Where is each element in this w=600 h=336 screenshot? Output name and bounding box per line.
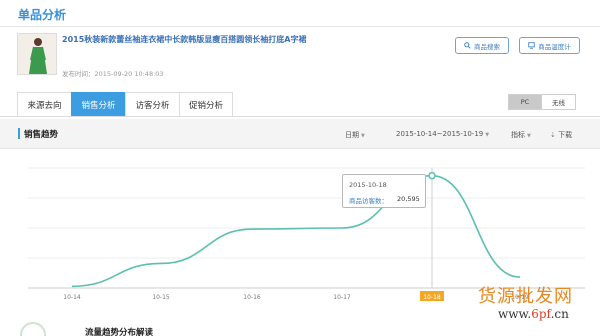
product-thumbnail[interactable]: [17, 33, 57, 75]
section-accent-bar: [18, 128, 20, 139]
date-range-value: 2015-10-14~2015-10-19: [396, 130, 484, 138]
tooltip-label: 商品访客数：: [349, 197, 388, 205]
product-search-button[interactable]: 商品搜索: [455, 37, 509, 54]
tab-visitors[interactable]: 访客分析: [125, 92, 179, 117]
tab-source[interactable]: 来源去向: [17, 92, 71, 117]
download-icon: ⇣: [550, 131, 556, 139]
watermark-site: www.6pf.cn: [498, 307, 569, 321]
device-toggle: PC 无线: [508, 94, 576, 110]
device-pc-button[interactable]: PC: [508, 94, 542, 110]
x-tick-label: 10-15: [152, 294, 170, 301]
divider: [0, 116, 600, 117]
tooltip-value: 20,595: [397, 195, 420, 203]
metric-dropdown[interactable]: 指标 ▼: [511, 130, 531, 140]
date-range-picker[interactable]: 2015-10-14~2015-10-19 ▼: [396, 130, 489, 138]
metric-dropdown-label: 指标: [511, 131, 525, 139]
watermark-site-suffix: .cn: [550, 307, 569, 321]
section-header: [0, 119, 600, 149]
watermark-site-main: 6pf: [531, 307, 551, 321]
watermark-site-prefix: www.: [498, 307, 532, 321]
x-tick-label: 10-18: [423, 294, 441, 301]
data-point-highlight: [428, 171, 436, 180]
next-section-title: 流量趋势分布解读: [85, 328, 154, 336]
tab-promotion[interactable]: 促销分析: [179, 92, 233, 117]
x-tick-label: 10-16: [243, 294, 261, 301]
monitor-icon: [528, 42, 535, 49]
section-title: 销售趋势: [24, 130, 59, 140]
download-label: 下载: [558, 131, 573, 139]
analysis-tabs: 来源去向 销售分析 访客分析 促销分析: [17, 92, 233, 117]
tooltip-date: 2015-10-18: [349, 181, 387, 189]
chevron-down-icon: ▼: [527, 133, 531, 139]
x-tick-label: 10-17: [333, 294, 351, 301]
download-button[interactable]: ⇣ 下载: [550, 130, 572, 140]
product-search-label: 商品搜索: [474, 42, 500, 51]
chevron-down-icon: ▼: [361, 133, 365, 139]
chart-tooltip: 2015-10-18 商品访客数： 20,595: [342, 174, 426, 208]
search-icon: [464, 42, 471, 49]
date-dropdown[interactable]: 日期 ▼: [345, 130, 365, 140]
product-thermometer-button[interactable]: 商品温度计: [519, 37, 580, 54]
page-title: 单品分析: [18, 8, 67, 22]
section-icon: [20, 322, 46, 336]
publish-time: 发布时间：2015-09-20 10:48:03: [62, 70, 164, 78]
x-tick-label: 10-14: [63, 294, 81, 301]
product-name-link[interactable]: 2015秋装新款蕾丝袖连衣裙中长款韩版显瘦百搭圆领长袖打底A字裙: [62, 34, 306, 45]
series-line: [71, 174, 521, 288]
tab-sales[interactable]: 销售分析: [71, 92, 125, 117]
chevron-down-icon: ▼: [485, 132, 490, 138]
watermark-text: 货源批发网: [478, 286, 573, 307]
page: 单品分析 2015秋装新款蕾丝袖连衣裙中长款韩版显瘦百搭圆领长袖打底A字裙 发布…: [0, 0, 600, 336]
product-thermometer-label: 商品温度计: [538, 42, 571, 51]
divider: [0, 26, 600, 27]
date-dropdown-label: 日期: [345, 131, 359, 139]
device-wireless-button[interactable]: 无线: [542, 94, 576, 110]
